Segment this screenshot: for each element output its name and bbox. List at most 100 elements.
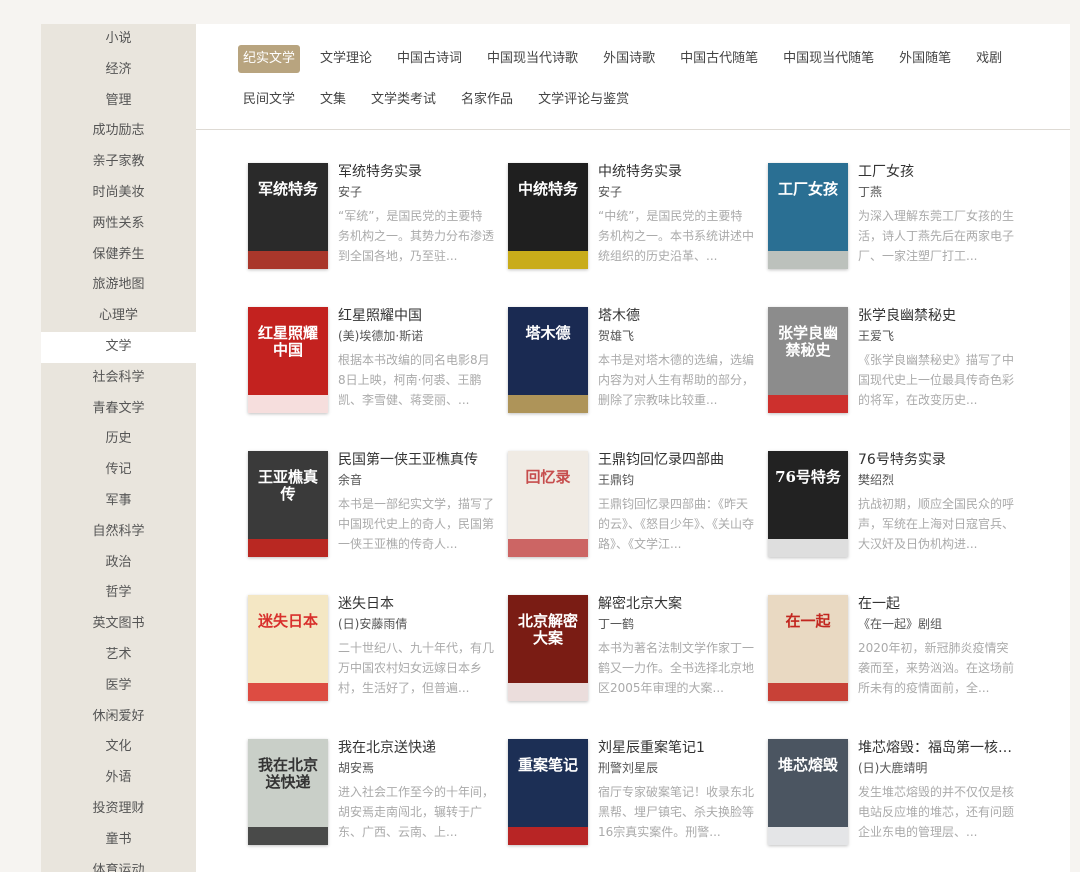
sidebar-item[interactable]: 心理学 xyxy=(41,301,196,332)
book-title[interactable]: 红星照耀中国 xyxy=(338,307,494,326)
sidebar-item[interactable]: 经济 xyxy=(41,55,196,86)
book-author: (日)大鹿靖明 xyxy=(858,761,928,775)
book-cover[interactable]: 我在北京送快递 xyxy=(248,739,328,845)
book-title[interactable]: 在一起 xyxy=(858,595,1014,614)
book-cover[interactable]: 工厂女孩 xyxy=(768,163,848,269)
subcategory-tab[interactable]: 中国古代随笔 xyxy=(675,45,763,73)
book-cover[interactable]: 堆芯熔毁 xyxy=(768,739,848,845)
sidebar-item[interactable]: 哲学 xyxy=(41,578,196,609)
sidebar-item[interactable]: 历史 xyxy=(41,424,196,455)
book-title[interactable]: 解密北京大案 xyxy=(598,595,754,614)
sidebar-item[interactable]: 传记 xyxy=(41,455,196,486)
book-card[interactable]: 北京解密大案 解密北京大案丁一鹤本书为著名法制文学作家丁一鹤又一力作。全书选择北京… xyxy=(508,595,758,705)
sidebar-item[interactable]: 军事 xyxy=(41,486,196,517)
book-title[interactable]: 张学良幽禁秘史 xyxy=(858,307,1014,326)
subcategory-tab[interactable]: 文学评论与鉴赏 xyxy=(533,86,634,114)
sidebar-item[interactable]: 外语 xyxy=(41,763,196,794)
book-description: 二十世纪八、九十年代，有几万中国农村妇女远嫁日本乡村，生活好了，但普遍... xyxy=(338,641,494,695)
sidebar-item[interactable]: 休闲爱好 xyxy=(41,702,196,733)
book-cover[interactable]: 76号特务 xyxy=(768,451,848,557)
sidebar-item[interactable]: 体育运动 xyxy=(41,856,196,872)
subcategory-tab[interactable]: 民间文学 xyxy=(238,86,300,114)
subcategory-tab[interactable]: 外国随笔 xyxy=(894,45,956,73)
book-title[interactable]: 堆芯熔毁：福岛第一核电站 xyxy=(858,739,1014,758)
sidebar-item[interactable]: 保健养生 xyxy=(41,240,196,271)
book-card[interactable]: 重案笔记 刘星辰重案笔记1 刑警刘星辰 宿厅专家破案笔记！收录东北黑帮、埋尸镇宅、杀夫… xyxy=(508,739,758,849)
book-card[interactable]: 我在北京送快递 我在北京送快递 胡安焉 进入社会工作至今的十年间，胡安焉走南闯北，辗转… xyxy=(248,739,498,849)
book-title[interactable]: 民国第一侠王亚樵真传 xyxy=(338,451,494,470)
sidebar-item[interactable]: 投资理财 xyxy=(41,794,196,825)
subcategory-tab[interactable]: 中国古诗词 xyxy=(392,45,467,73)
book-title[interactable]: 刘星辰重案笔记1 xyxy=(598,739,754,758)
subcategory-tab[interactable]: 文集 xyxy=(315,86,351,114)
book-cover[interactable]: 红星照耀中国 xyxy=(248,307,328,413)
sidebar-item[interactable]: 成功励志 xyxy=(41,116,196,147)
sidebar-item[interactable]: 英文图书 xyxy=(41,609,196,640)
book-author: 丁一鹤 xyxy=(598,617,635,631)
book-title[interactable]: 工厂女孩 xyxy=(858,163,1014,182)
book-card[interactable]: 回忆录 王鼎钧回忆录四部曲 王鼎钧 王鼎钧回忆录四部曲：《昨天的云》、《怒目少年》、《… xyxy=(508,451,758,561)
book-info: 工厂女孩 丁燕 为深入理解东莞工厂女孩的生活，诗人丁燕先后在两家电子厂、一家注塑厂打… xyxy=(858,163,1014,266)
book-card[interactable]: 军统特务 军统特务实录 安子 “军统”，是国民党的主要特务机构之一。其势力分布渗透到全… xyxy=(248,163,498,273)
book-title[interactable]: 我在北京送快递 xyxy=(338,739,494,758)
sidebar-item[interactable]: 文化 xyxy=(41,732,196,763)
book-card[interactable]: 迷失日本 迷失日本 (日)安藤雨倩 二十世纪八、九十年代，有几万中国农村妇女远嫁日本乡… xyxy=(248,595,498,705)
book-title[interactable]: 王鼎钧回忆录四部曲 xyxy=(598,451,754,470)
book-title[interactable]: 76号特务实录 xyxy=(858,451,1014,470)
book-card[interactable]: 塔木德 塔木德 贺雄飞 本书是对塔木德的选编，选编内容为对人生有帮助的部分，删除了宗教… xyxy=(508,307,758,417)
sidebar-item[interactable]: 时尚美妆 xyxy=(41,178,196,209)
book-description: 《张学良幽禁秘史》描写了中国现代史上一位最具传奇色彩的将军，在改变历史... xyxy=(858,353,1014,407)
book-cover[interactable]: 军统特务 xyxy=(248,163,328,269)
book-cover[interactable]: 回忆录 xyxy=(508,451,588,557)
sidebar-item[interactable]: 自然科学 xyxy=(41,517,196,548)
subcategory-tab[interactable]: 中国现当代随笔 xyxy=(778,45,879,73)
book-card[interactable]: 王亚樵真传 民国第一侠王亚樵真传 余音 本书是一部纪实文学，描写了中国现代史上的奇人，… xyxy=(248,451,498,561)
book-title[interactable]: 中统特务实录 xyxy=(598,163,754,182)
subcategory-tab[interactable]: 文学类考试 xyxy=(366,86,441,114)
sidebar-item[interactable]: 文学 xyxy=(41,331,196,363)
book-cover[interactable]: 在一起 xyxy=(768,595,848,701)
book-cover[interactable]: 中统特务 xyxy=(508,163,588,269)
cover-accent xyxy=(248,251,328,269)
subcategory-tab[interactable]: 外国诗歌 xyxy=(598,45,660,73)
book-title[interactable]: 军统特务实录 xyxy=(338,163,494,182)
book-card[interactable]: 红星照耀中国 红星照耀中国 (美)埃德加·斯诺 根据本书改编的同名电影8月8日上映，柯… xyxy=(248,307,498,417)
book-description: 本书为著名法制文学作家丁一鹤又一力作。全书选择北京地区2005年审理的大案... xyxy=(598,641,754,695)
sidebar-item[interactable]: 医学 xyxy=(41,671,196,702)
sidebar-item[interactable]: 管理 xyxy=(41,86,196,117)
subcategory-tab[interactable]: 名家作品 xyxy=(456,86,518,114)
book-cover[interactable]: 重案笔记 xyxy=(508,739,588,845)
subcategory-tab[interactable]: 纪实文学 xyxy=(238,45,301,73)
sidebar-item[interactable]: 政治 xyxy=(41,548,196,579)
book-card[interactable]: 张学良幽禁秘史 张学良幽禁秘史 王爱飞 《张学良幽禁秘史》描写了中国现代史上一位最具传… xyxy=(768,307,1018,417)
sidebar-item[interactable]: 艺术 xyxy=(41,640,196,671)
subcategory-tab[interactable]: 戏剧 xyxy=(971,45,1007,73)
book-card[interactable]: 76号特务 76号特务实录 樊绍烈 抗战初期，顺应全国民众的呼声，军统在上海对日寇官兵… xyxy=(768,451,1018,561)
book-cover[interactable]: 王亚樵真传 xyxy=(248,451,328,557)
book-card[interactable]: 堆芯熔毁 堆芯熔毁：福岛第一核电站 (日)大鹿靖明 发生堆芯熔毁的并不仅仅是核电站反应… xyxy=(768,739,1018,849)
sidebar-item[interactable]: 青春文学 xyxy=(41,394,196,425)
book-description: 进入社会工作至今的十年间，胡安焉走南闯北，辗转于广东、广西、云南、上... xyxy=(338,785,494,839)
book-card[interactable]: 在一起 在一起 《在一起》剧组 2020年初，新冠肺炎疫情突袭而至，来势汹汹。在这场前… xyxy=(768,595,1018,705)
book-title[interactable]: 迷失日本 xyxy=(338,595,494,614)
book-cover[interactable]: 塔木德 xyxy=(508,307,588,413)
book-author: 王爱飞 xyxy=(858,329,895,343)
sidebar-item[interactable]: 社会科学 xyxy=(41,363,196,394)
book-author: (美)埃德加·斯诺 xyxy=(338,329,424,343)
sidebar-item[interactable]: 小说 xyxy=(41,24,196,55)
subcategory-tab[interactable]: 中国现当代诗歌 xyxy=(482,45,583,73)
book-info: 红星照耀中国 (美)埃德加·斯诺 根据本书改编的同名电影8月8日上映，柯南·何裘、王… xyxy=(338,307,494,410)
sidebar-item[interactable]: 旅游地图 xyxy=(41,270,196,301)
sidebar-item[interactable]: 亲子家教 xyxy=(41,147,196,178)
subcategory-tab[interactable]: 文学理论 xyxy=(315,45,377,73)
book-info: 我在北京送快递 胡安焉 进入社会工作至今的十年间，胡安焉走南闯北，辗转于广东、广西、… xyxy=(338,739,494,842)
book-cover[interactable]: 张学良幽禁秘史 xyxy=(768,307,848,413)
book-card[interactable]: 工厂女孩 工厂女孩 丁燕 为深入理解东莞工厂女孩的生活，诗人丁燕先后在两家电子厂、一家… xyxy=(768,163,1018,273)
sidebar-item[interactable]: 两性关系 xyxy=(41,209,196,240)
book-title[interactable]: 塔木德 xyxy=(598,307,754,326)
book-cover[interactable]: 北京解密大案 xyxy=(508,595,588,701)
book-cover[interactable]: 迷失日本 xyxy=(248,595,328,701)
sidebar-item[interactable]: 童书 xyxy=(41,825,196,856)
cover-title: 北京解密大案 xyxy=(517,612,578,647)
book-card[interactable]: 中统特务 中统特务实录 安子 “中统”，是国民党的主要特务机构之一。本书系统讲述中统组… xyxy=(508,163,758,273)
